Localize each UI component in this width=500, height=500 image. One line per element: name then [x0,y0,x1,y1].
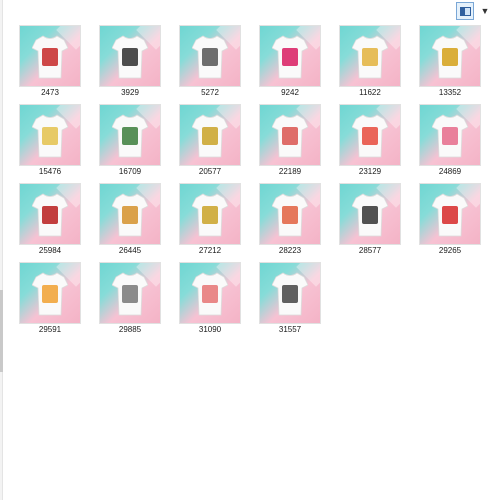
file-name-label: 2473 [41,88,59,97]
large-icons-view-icon [459,6,471,16]
file-name-label: 26445 [118,246,142,255]
tshirt-thumbnail [420,105,480,165]
print-design [42,127,58,145]
tshirt-thumbnail [100,105,160,165]
print-design [202,206,218,224]
tshirt-thumbnail [180,184,240,244]
print-design [282,48,298,66]
file-name-label: 22189 [278,167,302,176]
file-name-label: 11622 [359,88,381,97]
file-item[interactable]: 11622 [338,26,402,100]
print-design [362,48,378,66]
print-design [282,285,298,303]
scrollbar-thumb[interactable] [0,290,3,372]
file-item[interactable]: 5272 [178,26,242,100]
file-item[interactable]: 29591 [18,263,82,337]
tshirt-thumbnail [100,263,160,323]
print-design [122,48,138,66]
navigation-pane-edge [0,0,3,500]
tshirt-thumbnail [260,26,320,86]
chevron-down-icon: ▼ [480,5,490,16]
file-name-label: 28577 [358,246,382,255]
file-item[interactable]: 31090 [178,263,242,337]
tshirt-thumbnail [340,105,400,165]
file-item[interactable]: 25984 [18,184,82,258]
file-name-label: 24869 [438,167,462,176]
file-name-label: 29265 [438,246,462,255]
file-item[interactable]: 23129 [338,105,402,179]
file-name-label: 23129 [358,167,382,176]
tshirt-thumbnail [420,26,480,86]
file-item[interactable]: 31557 [258,263,322,337]
file-item[interactable]: 29265 [418,184,482,258]
file-name-label: 25984 [38,246,62,255]
print-design [122,206,138,224]
print-design [442,48,458,66]
file-name-label: 31090 [198,325,222,334]
print-design [282,127,298,145]
file-name-label: 20577 [198,167,222,176]
print-design [282,206,298,224]
file-name-label: 28223 [278,246,302,255]
file-name-label: 15476 [38,167,62,176]
print-design [442,206,458,224]
tshirt-thumbnail [100,26,160,86]
file-item[interactable]: 28577 [338,184,402,258]
file-name-label: 13352 [438,88,462,97]
tshirt-thumbnail [180,105,240,165]
tshirt-thumbnail [420,184,480,244]
view-controls: ▼ [456,2,494,20]
file-item[interactable]: 24869 [418,105,482,179]
print-design [122,127,138,145]
file-name-label: 29591 [38,325,62,334]
print-design [122,285,138,303]
tshirt-thumbnail [100,184,160,244]
print-design [362,206,378,224]
file-item[interactable]: 2473 [18,26,82,100]
large-icons-view-button[interactable] [456,2,474,20]
print-design [202,48,218,66]
file-item[interactable]: 28223 [258,184,322,258]
print-design [202,285,218,303]
file-item[interactable]: 9242 [258,26,322,100]
file-name-label: 31557 [278,325,302,334]
print-design [442,127,458,145]
tshirt-thumbnail [20,26,80,86]
print-design [42,206,58,224]
tshirt-thumbnail [20,105,80,165]
file-item[interactable]: 3929 [98,26,162,100]
tshirt-thumbnail [20,263,80,323]
file-explorer-content: ▼ 2473 3929 5272 9242 11622 13352 15476 16709 20… [0,0,500,500]
tshirt-thumbnail [180,263,240,323]
file-name-label: 29885 [118,325,142,334]
tshirt-thumbnail [340,26,400,86]
file-name-label: 16709 [118,167,142,176]
tshirt-thumbnail [180,26,240,86]
tshirt-thumbnail [260,263,320,323]
file-item[interactable]: 15476 [18,105,82,179]
file-item[interactable]: 26445 [98,184,162,258]
print-design [362,127,378,145]
file-name-label: 9242 [281,88,299,97]
file-item[interactable]: 16709 [98,105,162,179]
tshirt-thumbnail [260,184,320,244]
tshirt-thumbnail [20,184,80,244]
file-item[interactable]: 22189 [258,105,322,179]
tshirt-thumbnail [340,184,400,244]
view-options-button[interactable]: ▼ [476,2,494,20]
file-name-label: 5272 [201,88,219,97]
file-name-label: 27212 [198,246,222,255]
file-name-label: 3929 [121,88,139,97]
file-item[interactable]: 20577 [178,105,242,179]
print-design [42,285,58,303]
file-item[interactable]: 27212 [178,184,242,258]
print-design [42,48,58,66]
print-design [202,127,218,145]
file-item[interactable]: 13352 [418,26,482,100]
tshirt-thumbnail [260,105,320,165]
file-item[interactable]: 29885 [98,263,162,337]
